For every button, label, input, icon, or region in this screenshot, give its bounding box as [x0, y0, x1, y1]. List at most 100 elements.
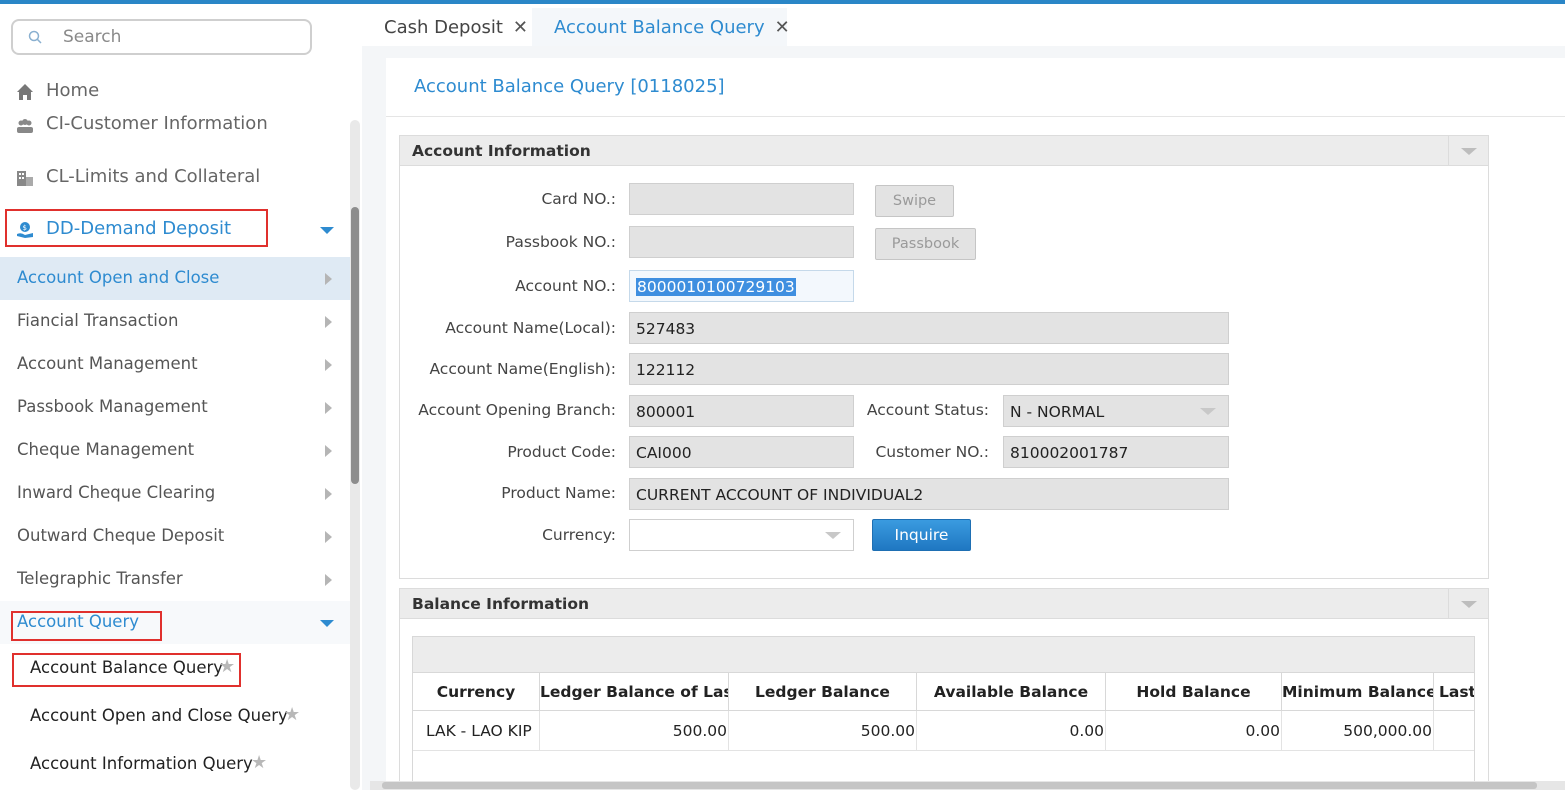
nav-cl-limits[interactable]: CL-Limits and Collateral [0, 164, 350, 194]
nav-leaf-label: Account Open and Close Query [30, 706, 288, 725]
nav-account-information-query[interactable]: Account Information Query ★ [0, 742, 350, 788]
highlight-box [5, 209, 268, 247]
horizontal-scrollbar-thumb[interactable] [382, 782, 1537, 789]
opening-branch-label: Account Opening Branch: [418, 401, 616, 419]
nav-item-label: Passbook Management [17, 397, 208, 416]
column-header[interactable]: Ledger Balance [729, 673, 917, 711]
card-no-field[interactable] [629, 183, 854, 215]
nav-account-open-close[interactable]: Account Open and Close [0, 257, 350, 300]
search-icon [28, 30, 42, 44]
horizontal-scrollbar[interactable] [370, 781, 1565, 790]
account-no-field[interactable]: 8000010100729103 [629, 270, 854, 302]
nav-item-label: Cheque Management [17, 440, 195, 459]
table-row[interactable]: LAK - LAO KIP 500.00 500.00 0.00 0.00 50… [413, 711, 1474, 751]
nav-inward-cheque-clearing[interactable]: Inward Cheque Clearing [0, 472, 350, 515]
chevron-right-icon [325, 531, 332, 543]
panel-header: Account Information [400, 136, 1488, 166]
tab-label: Cash Deposit [384, 17, 503, 38]
column-header[interactable]: Hold Balance [1106, 673, 1282, 711]
nav-financial-transaction[interactable]: Fiancial Transaction [0, 300, 350, 343]
chevron-down-icon [825, 532, 841, 539]
nav-outward-cheque-deposit[interactable]: Outward Cheque Deposit [0, 515, 350, 558]
currency-select[interactable] [629, 519, 854, 551]
nav-item-label: Account Management [17, 354, 198, 373]
nav-cheque-management[interactable]: Cheque Management [0, 429, 350, 472]
account-name-english-label: Account Name(English): [429, 360, 616, 378]
table-cell: 500,000.00 [1282, 711, 1434, 751]
customers-icon [17, 119, 33, 133]
close-icon[interactable]: ✕ [775, 17, 790, 38]
column-header[interactable]: Ledger Balance of Last... [540, 673, 729, 711]
column-header[interactable]: Minimum Balance [1282, 673, 1434, 711]
nav-item-label: Inward Cheque Clearing [17, 483, 216, 502]
nav-account-management[interactable]: Account Management [0, 343, 350, 386]
account-no-label: Account NO.: [515, 277, 616, 295]
nav-item-label: Account Open and Close [17, 268, 220, 287]
chevron-right-icon [325, 574, 332, 586]
passbook-no-label: Passbook NO.: [505, 233, 616, 251]
account-name-local-label: Account Name(Local): [445, 319, 616, 337]
column-header[interactable]: Last [1434, 673, 1474, 711]
nav-leaf-label: Account Information Query [30, 754, 253, 773]
opening-branch-field[interactable]: 800001 [629, 395, 854, 427]
nav-telegraphic-transfer[interactable]: Telegraphic Transfer [0, 558, 350, 601]
page-title: Account Balance Query [0118025] [414, 76, 725, 97]
account-status-select[interactable]: N - NORMAL [1003, 395, 1229, 427]
balance-table: Currency Ledger Balance of Last... Ledge… [412, 636, 1475, 786]
account-name-local-field[interactable]: 527483 [629, 312, 1229, 344]
product-name-field[interactable]: CURRENT ACCOUNT OF INDIVIDUAL2 [629, 478, 1229, 510]
column-header[interactable]: Currency [413, 673, 540, 711]
panel-collapse-toggle[interactable] [1448, 589, 1488, 619]
account-information-panel: Account Information Card NO.: Swipe Pass… [399, 135, 1489, 579]
tab-label: Account Balance Query [554, 17, 765, 38]
inquire-button[interactable]: Inquire [872, 519, 971, 551]
caret-down-icon [320, 227, 334, 234]
passbook-button[interactable]: Passbook [875, 228, 976, 260]
table-cell: 0.00 [917, 711, 1106, 751]
table-cell: 500.00 [729, 711, 917, 751]
star-icon[interactable]: ★ [284, 704, 300, 725]
tab-bar: Cash Deposit ✕ Account Balance Query ✕ [362, 4, 1565, 46]
highlight-box [11, 611, 162, 641]
column-header[interactable]: Available Balance [917, 673, 1106, 711]
nav-ci-customer-information[interactable]: CI-Customer Information [0, 111, 350, 141]
chevron-right-icon [325, 488, 332, 500]
passbook-no-field[interactable] [629, 226, 854, 258]
nav-item-label: Telegraphic Transfer [17, 569, 183, 588]
account-status-value: N - NORMAL [1010, 403, 1105, 421]
currency-label: Currency: [542, 526, 616, 544]
swipe-button[interactable]: Swipe [875, 185, 954, 217]
account-no-value: 8000010100729103 [636, 278, 796, 296]
sidebar: Home CI-Customer Information CL-Limits a… [0, 4, 362, 790]
tab-account-balance-query[interactable]: Account Balance Query ✕ [532, 8, 790, 46]
caret-down-icon [320, 620, 334, 627]
table-cell: 0.00 [1106, 711, 1282, 751]
panel-collapse-toggle[interactable] [1448, 136, 1488, 166]
customer-no-label: Customer NO.: [875, 443, 989, 461]
account-name-english-field[interactable]: 122112 [629, 353, 1229, 385]
nav-account-open-close-query[interactable]: Account Open and Close Query ★ [0, 694, 350, 740]
search-box[interactable] [11, 19, 312, 55]
home-icon [17, 84, 33, 100]
nav-home[interactable]: Home [0, 78, 350, 108]
nav-cl-label: CL-Limits and Collateral [46, 166, 261, 187]
table-cell: 500.00 [540, 711, 729, 751]
tab-cash-deposit[interactable]: Cash Deposit ✕ [372, 8, 532, 46]
sidebar-scrollbar-thumb[interactable] [351, 207, 359, 484]
customer-no-field[interactable]: 810002001787 [1003, 436, 1229, 468]
nav-ci-label: CI-Customer Information [46, 113, 268, 134]
account-status-label: Account Status: [866, 401, 989, 419]
search-input[interactable] [63, 25, 303, 49]
nav-passbook-management[interactable]: Passbook Management [0, 386, 350, 429]
table-header: Currency Ledger Balance of Last... Ledge… [413, 673, 1474, 711]
divider [386, 116, 1565, 117]
star-icon[interactable]: ★ [251, 752, 267, 773]
chevron-right-icon [325, 273, 332, 285]
product-code-field[interactable]: CAI000 [629, 436, 854, 468]
chevron-right-icon [325, 445, 332, 457]
product-code-label: Product Code: [507, 443, 616, 461]
table-toolbar [413, 637, 1474, 673]
close-icon[interactable]: ✕ [513, 17, 528, 38]
chevron-right-icon [325, 402, 332, 414]
table-cell: LAK - LAO KIP [413, 711, 540, 751]
